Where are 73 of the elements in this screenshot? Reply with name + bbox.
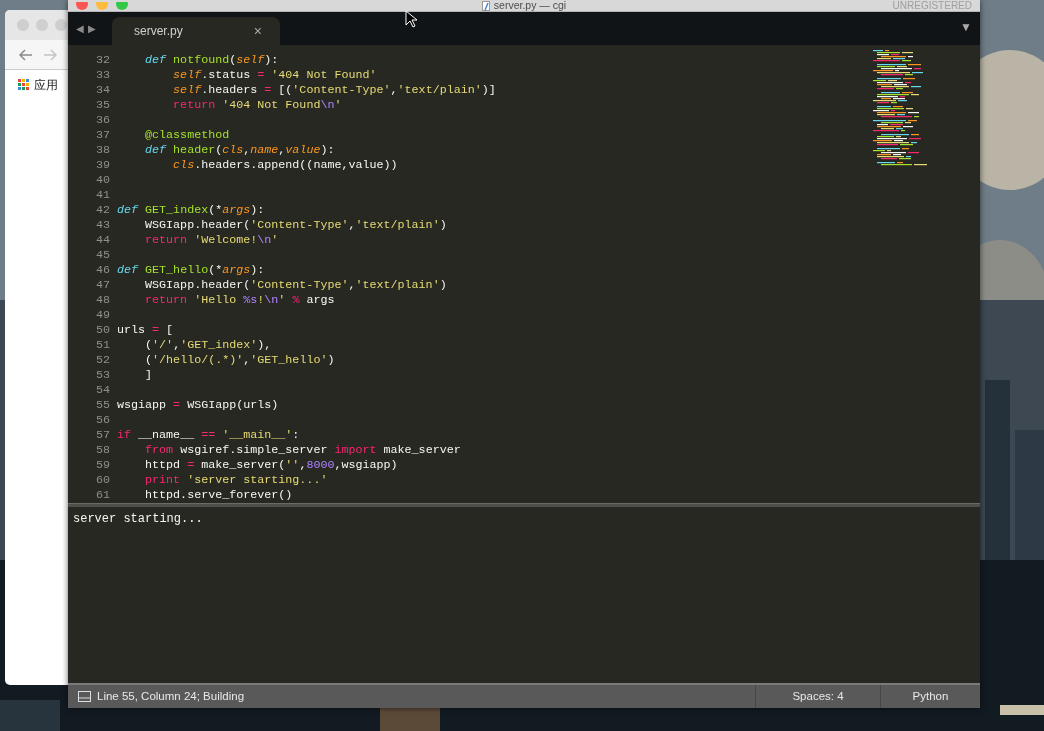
line-number: 54 — [94, 383, 110, 398]
line-number: 52 — [94, 353, 110, 368]
code-line: print 'server starting...' — [144, 473, 328, 488]
file-icon — [481, 0, 490, 11]
code-line: def notfound(self): — [144, 53, 279, 68]
line-number: 58 — [94, 443, 110, 458]
line-number: 32 — [94, 53, 110, 68]
line-number: 53 — [94, 368, 110, 383]
code-line: if __name__ == '__main__': — [117, 428, 300, 443]
line-number: 46 — [94, 263, 110, 278]
line-number: 41 — [94, 188, 110, 203]
apps-grid-icon[interactable] — [18, 79, 30, 91]
line-number: 55 — [94, 398, 110, 413]
line-number: 36 — [94, 113, 110, 128]
window-controls-icon[interactable] — [17, 18, 68, 32]
forward-arrow-icon[interactable] — [43, 48, 57, 61]
scroll-left-button[interactable]: ◀ — [74, 21, 86, 36]
line-number: 33 — [94, 68, 110, 83]
code-line: def GET_index(*args): — [117, 203, 265, 218]
line-number: 57 — [94, 428, 110, 443]
code-line: return '404 Not Found\n' — [172, 98, 342, 113]
line-number: 42 — [94, 203, 110, 218]
code-line: def GET_hello(*args): — [117, 263, 265, 278]
code-line: ('/hello/(.*)','GET_hello') — [144, 353, 335, 368]
code-line: return 'Hello %s!\n' % args — [144, 293, 335, 308]
line-number: 47 — [94, 278, 110, 293]
line-number: 61 — [94, 488, 110, 503]
back-arrow-icon[interactable] — [19, 48, 33, 61]
line-number: 51 — [94, 338, 110, 353]
code-line: ] — [144, 368, 153, 383]
code-line: WSGIapp.header('Content-Type','text/plain') — [144, 218, 447, 233]
line-number: 37 — [94, 128, 110, 143]
output-text: server starting... — [73, 511, 204, 528]
line-number: 40 — [94, 173, 110, 188]
code-line: @classmethod — [144, 128, 230, 143]
line-number: 48 — [94, 293, 110, 308]
line-number: 34 — [94, 83, 110, 98]
panel-toggle-icon[interactable] — [78, 691, 91, 702]
line-number: 49 — [94, 308, 110, 323]
code-line: from wsgiref.simple_server import make_server — [144, 443, 461, 458]
code-line: return 'Welcome!\n' — [144, 233, 279, 248]
file-tab[interactable]: server.py × — [112, 17, 280, 45]
code-line: self.headers = [('Content-Type','text/plain')] — [172, 83, 496, 98]
close-tab-button[interactable]: × — [253, 20, 262, 42]
line-number: 43 — [94, 218, 110, 233]
code-line: ('/','GET_index'), — [144, 338, 272, 353]
code-line: urls = [ — [117, 323, 174, 338]
window-controls-icon[interactable] — [76, 1, 128, 10]
line-number: 35 — [94, 98, 110, 113]
license-label: UNREGISTERED — [892, 0, 973, 11]
line-number: 45 — [94, 248, 110, 263]
tab-menu-button[interactable]: ▼ — [954, 17, 980, 37]
scroll-right-button[interactable]: ▶ — [86, 21, 98, 36]
line-number: 56 — [94, 413, 110, 428]
line-number: 59 — [94, 458, 110, 473]
code-line: httpd.serve_forever() — [144, 488, 293, 503]
syntax-setting[interactable]: Python — [880, 685, 980, 708]
code-line: self.status = '404 Not Found' — [172, 68, 377, 83]
bookmark-label[interactable]: 应用 — [34, 76, 58, 94]
line-number: 60 — [94, 473, 110, 488]
status-message: Line 55, Column 24; Building — [97, 688, 245, 704]
line-number: 38 — [94, 143, 110, 158]
code-line: WSGIapp.header('Content-Type','text/plain') — [144, 278, 447, 293]
code-line: cls.headers.append((name,value)) — [172, 158, 398, 173]
mouse-cursor-icon — [405, 10, 417, 28]
indentation-setting[interactable]: Spaces: 4 — [755, 685, 880, 708]
line-number: 44 — [94, 233, 110, 248]
code-line: def header(cls,name,value): — [144, 143, 335, 158]
code-line: wsgiapp = WSGIapp(urls) — [117, 398, 279, 413]
code-line: httpd = make_server('',8000,wsgiapp) — [144, 458, 398, 473]
line-number: 50 — [94, 323, 110, 338]
window-title: server.py — cgi — [493, 0, 567, 11]
line-number: 39 — [94, 158, 110, 173]
